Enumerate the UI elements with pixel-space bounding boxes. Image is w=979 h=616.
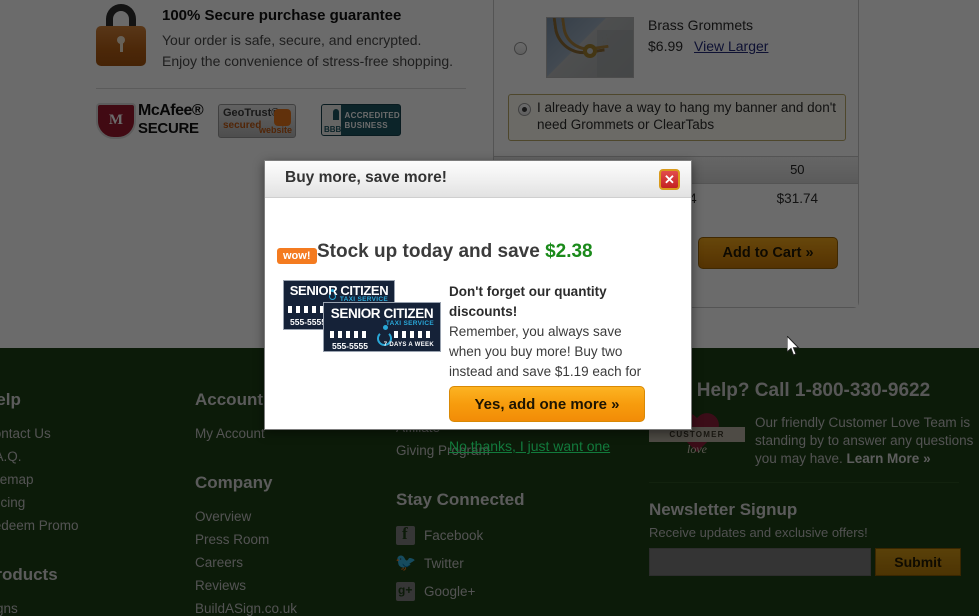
- modal-copy: Don't forget our quantity discounts! Rem…: [449, 282, 649, 402]
- mouse-cursor: [787, 336, 800, 356]
- copy-heading: Don't forget our quantity discounts!: [449, 284, 607, 319]
- modal-body: wow! Stock up today and save $2.38 SENIO…: [265, 198, 691, 454]
- modal-headline: Stock up today and save $2.38: [317, 241, 593, 263]
- wheelchair-icon: [328, 289, 337, 301]
- banner-days: 7 DAYS A WEEK: [383, 342, 434, 348]
- banner-phone: 555-5555: [332, 341, 368, 351]
- close-icon[interactable]: ✕: [659, 169, 680, 190]
- banner-phone: 555-5555: [290, 317, 326, 327]
- banner-thumbnail-front: SENIOR CITIZEN TAXI SERVICE 555-5555 7 D…: [323, 302, 441, 352]
- banner-thumbnails: SENIOR CITIZEN TAXI SERVICE 555-5555 SEN…: [283, 280, 441, 352]
- banner-headline: SENIOR CITIZEN: [330, 306, 434, 321]
- modal-header: Buy more, save more! ✕: [265, 161, 691, 198]
- add-one-more-button[interactable]: Yes, add one more »: [449, 386, 645, 422]
- headline-amount: $2.38: [545, 241, 593, 262]
- page-root: 100% Secure purchase guarantee Your orde…: [0, 0, 979, 616]
- buy-more-save-more-modal: Buy more, save more! ✕ wow! Stock up tod…: [264, 160, 692, 454]
- modal-title: Buy more, save more!: [285, 169, 447, 186]
- decline-offer-link[interactable]: No thanks, I just want one: [449, 438, 610, 454]
- wow-badge: wow!: [277, 248, 317, 264]
- headline-prefix: Stock up today and save: [317, 241, 546, 262]
